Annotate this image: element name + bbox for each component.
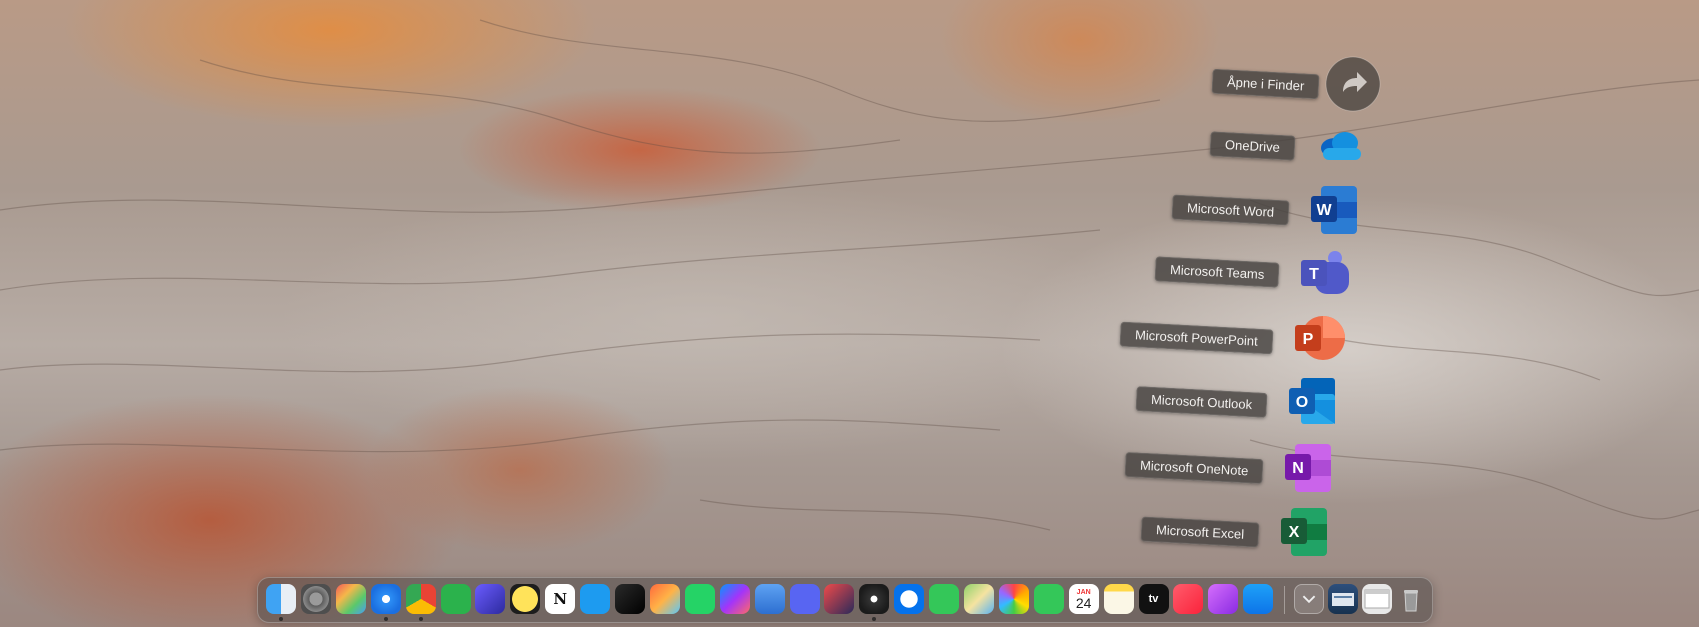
- stack-word[interactable]: Microsoft Word W: [1063, 182, 1363, 238]
- running-indicator: [418, 617, 423, 621]
- music-icon[interactable]: [1173, 584, 1204, 614]
- outlook-icon: O: [1285, 374, 1341, 430]
- messenger-icon[interactable]: [719, 584, 750, 614]
- notion-glyph: N: [553, 590, 568, 608]
- stack-powerpoint[interactable]: Microsoft PowerPoint P: [1047, 310, 1347, 366]
- whatsapp-icon[interactable]: [684, 584, 715, 614]
- onenote-letter: N: [1292, 460, 1304, 477]
- teams-icon: T: [1297, 244, 1353, 300]
- desktop-wallpaper: [0, 0, 1699, 627]
- powerpoint-letter: P: [1303, 331, 1314, 348]
- trash-icon[interactable]: [1396, 584, 1426, 614]
- messages-icon[interactable]: [929, 584, 960, 614]
- app-store-icon[interactable]: [1243, 584, 1274, 614]
- photos-icon[interactable]: [998, 584, 1029, 614]
- dock: N JAN 24 tv: [257, 577, 1433, 623]
- calendar-day: 24: [1075, 594, 1092, 611]
- final-cut-icon[interactable]: [615, 584, 645, 614]
- stack-onedrive[interactable]: OneDrive: [1069, 118, 1369, 174]
- stack-outlook[interactable]: Microsoft Outlook O: [1041, 374, 1341, 430]
- safari-icon[interactable]: [370, 584, 401, 614]
- stack-open-in-finder[interactable]: Åpne i Finder: [981, 56, 1381, 112]
- stack-item-label: Microsoft PowerPoint: [1119, 321, 1274, 355]
- stack-item-label: Microsoft Outlook: [1135, 386, 1268, 418]
- running-indicator: [383, 617, 388, 621]
- maps-icon[interactable]: [964, 584, 994, 614]
- pixelmator-icon[interactable]: [649, 584, 680, 614]
- arrow-forward-icon: [1325, 56, 1381, 112]
- affinity-icon[interactable]: [824, 584, 855, 614]
- stack-onenote[interactable]: Microsoft OneNote N: [1037, 440, 1337, 496]
- dock-separator: [1284, 586, 1285, 614]
- running-indicator: [279, 617, 283, 621]
- excel-icon: X: [1277, 504, 1333, 560]
- rock-texture: [0, 19, 1699, 531]
- downloads-folder-icon[interactable]: [1294, 584, 1324, 614]
- excel-letter: X: [1289, 524, 1300, 541]
- stack-item-label: Åpne i Finder: [1211, 68, 1320, 100]
- facetime-icon[interactable]: [1033, 584, 1064, 614]
- word-icon: W: [1307, 182, 1363, 238]
- stack-item-label: OneDrive: [1209, 131, 1296, 161]
- chrome-icon[interactable]: [405, 584, 436, 614]
- onedrive-icon: [1313, 118, 1369, 174]
- word-letter: W: [1316, 202, 1332, 219]
- stack-item-label: Microsoft Teams: [1154, 256, 1280, 288]
- basecamp-icon[interactable]: [510, 584, 541, 614]
- apple-tv-glyph: tv: [1148, 593, 1159, 605]
- running-indicator: [872, 617, 877, 621]
- onepassword-icon[interactable]: [894, 584, 925, 614]
- stack-teams[interactable]: Microsoft Teams T: [1053, 244, 1353, 300]
- powerpoint-icon: P: [1291, 310, 1347, 366]
- launchpad-icon[interactable]: [335, 584, 366, 614]
- screenshot-thumbnail-icon[interactable]: [1328, 584, 1358, 614]
- outlook-letter: O: [1296, 394, 1308, 411]
- stack-item-label: Microsoft Word: [1171, 194, 1290, 226]
- calendar-icon[interactable]: JAN 24: [1068, 584, 1099, 614]
- apple-tv-icon[interactable]: tv: [1138, 584, 1169, 614]
- stack-item-label: Microsoft Excel: [1140, 516, 1260, 548]
- stack-item-label: Microsoft OneNote: [1124, 451, 1264, 485]
- twitter-icon[interactable]: [580, 584, 611, 614]
- notion-icon[interactable]: N: [545, 584, 576, 614]
- obs-icon[interactable]: [859, 584, 890, 614]
- teams-letter: T: [1309, 266, 1319, 283]
- stack-excel[interactable]: Microsoft Excel X: [1033, 504, 1333, 560]
- system-settings-icon[interactable]: [300, 584, 331, 614]
- finder-icon[interactable]: [266, 584, 296, 614]
- feedly-icon[interactable]: [440, 584, 471, 614]
- hand-app-icon[interactable]: [475, 584, 506, 614]
- discord-icon[interactable]: [789, 584, 820, 614]
- chrome-window-thumbnail-icon[interactable]: [1362, 584, 1392, 614]
- onenote-icon: N: [1281, 440, 1337, 496]
- podcasts-icon[interactable]: [1208, 584, 1239, 614]
- notes-icon[interactable]: [1103, 584, 1134, 614]
- screenshot-icon[interactable]: [754, 584, 785, 614]
